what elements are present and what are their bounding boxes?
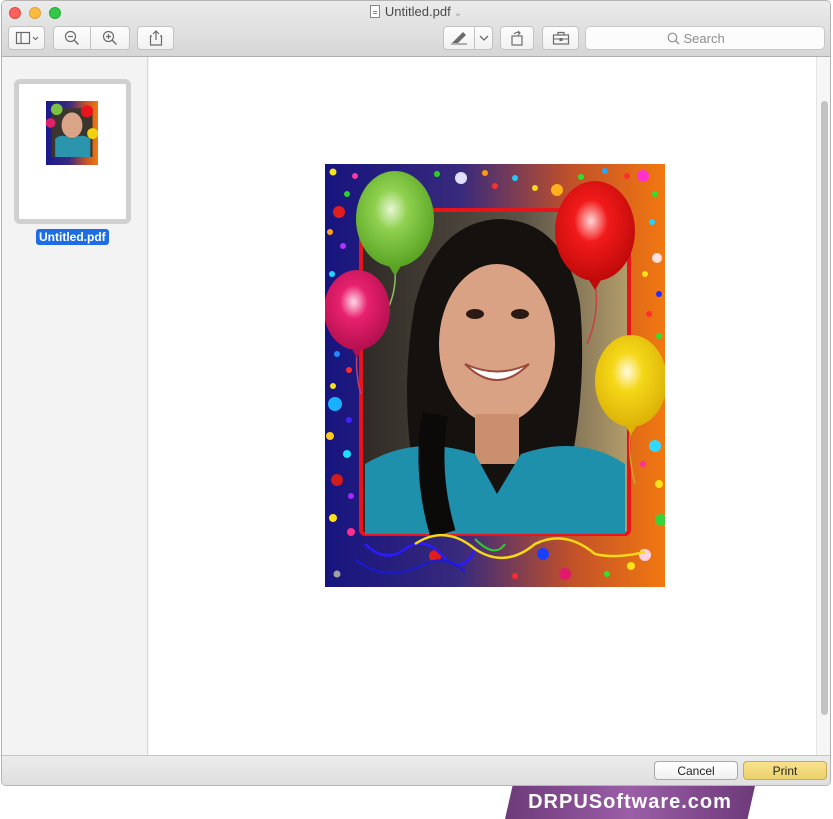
thumbnail-label[interactable]: Untitled.pdf [36, 229, 109, 245]
document-icon [369, 5, 380, 18]
thumbnail-sidebar: Untitled.pdf [2, 57, 148, 755]
page-thumbnail[interactable] [14, 79, 131, 224]
zoom-in-button[interactable] [90, 26, 130, 50]
print-button[interactable]: Print [743, 761, 827, 780]
chevron-down-icon: ⌄ [453, 8, 463, 19]
toolbox-icon [552, 31, 569, 45]
document-view[interactable] [149, 57, 816, 755]
preview-window: Untitled.pdf ⌄ Search Untitled.pdf Cance… [1, 0, 831, 786]
sidebar-toggle-button[interactable] [8, 26, 45, 50]
share-icon [149, 30, 162, 46]
window-title-text: Untitled.pdf [384, 4, 451, 19]
search-field[interactable] [585, 26, 825, 50]
window-title[interactable]: Untitled.pdf ⌄ [2, 4, 830, 19]
thumbnail-image [46, 101, 98, 165]
watermark-banner: DRPUSoftware.com [505, 786, 755, 819]
zoom-out-button[interactable] [53, 26, 91, 50]
pen-icon [451, 32, 467, 45]
toolbox-button[interactable] [542, 26, 579, 50]
chevron-down-icon [479, 35, 488, 41]
rotate-button[interactable] [500, 26, 534, 50]
markup-menu-button[interactable] [474, 26, 493, 50]
zoom-out-icon [64, 30, 79, 45]
zoom-in-icon [102, 30, 117, 45]
titlebar: Untitled.pdf ⌄ [2, 1, 830, 57]
sidebar-icon [15, 31, 38, 45]
pdf-page-photo [325, 164, 665, 587]
share-button[interactable] [137, 26, 174, 50]
vertical-scrollbar[interactable] [816, 57, 830, 755]
cancel-button[interactable]: Cancel [654, 761, 738, 780]
print-action-bar: Cancel Print [2, 755, 830, 785]
search-icon [667, 32, 679, 44]
scrollbar-thumb[interactable] [821, 101, 828, 715]
rotate-icon [511, 30, 523, 46]
markup-button[interactable] [443, 26, 475, 50]
search-input[interactable] [683, 30, 744, 46]
